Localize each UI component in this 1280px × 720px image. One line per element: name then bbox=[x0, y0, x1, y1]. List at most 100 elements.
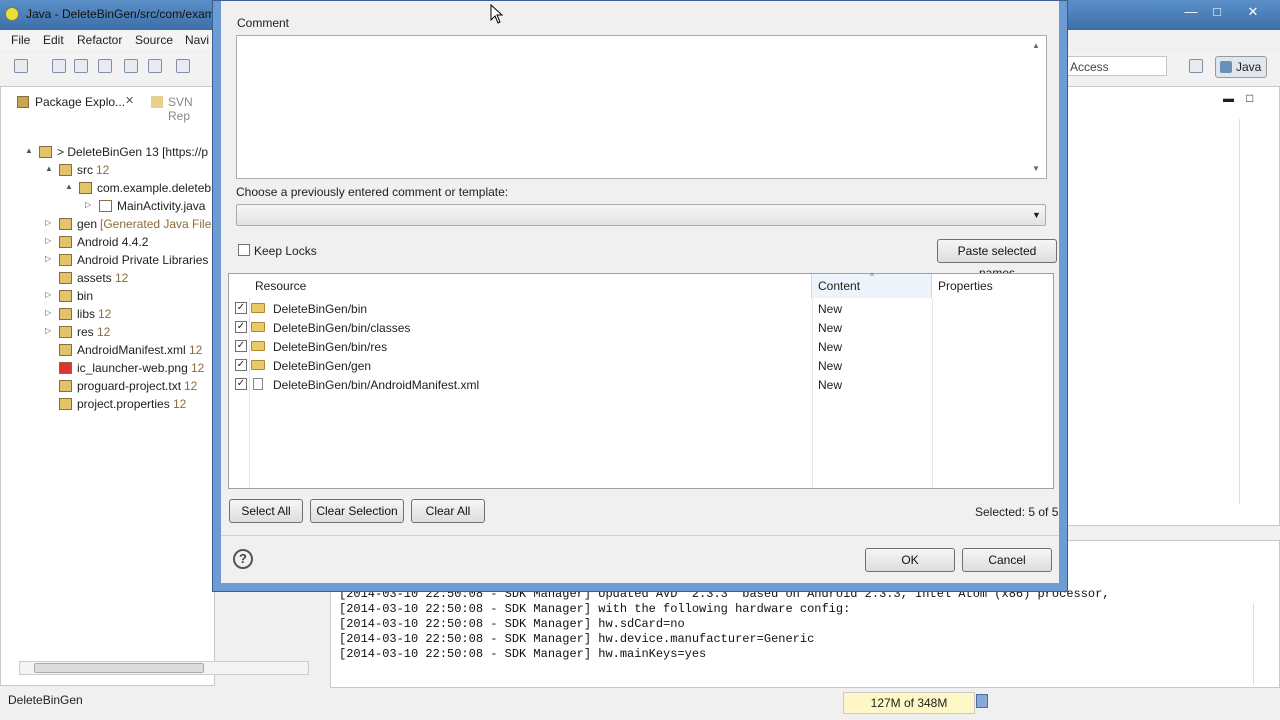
folder-icon bbox=[59, 344, 72, 356]
lint-icon[interactable] bbox=[176, 59, 190, 73]
help-icon[interactable]: ? bbox=[233, 549, 253, 569]
print-icon[interactable] bbox=[98, 59, 112, 73]
tree-item[interactable]: ▷ MainActivity.java bbox=[1, 197, 216, 215]
tree-item[interactable]: ic_launcher-web.png 12 bbox=[1, 359, 216, 377]
console-scrollbar[interactable] bbox=[1253, 603, 1267, 685]
selection-count: Selected: 5 of 5 bbox=[975, 505, 1059, 519]
minimize-icon[interactable]: — bbox=[1178, 3, 1204, 21]
table-row[interactable]: ✓ DeleteBinGen/bin/AndroidManifest.xml New bbox=[229, 375, 1053, 394]
tree-item[interactable]: ▷ Android 4.4.2 bbox=[1, 233, 216, 251]
row-checkbox[interactable]: ✓ bbox=[235, 321, 247, 333]
tree-item[interactable]: AndroidManifest.xml 12 bbox=[1, 341, 216, 359]
menu-edit[interactable]: Edit bbox=[43, 33, 64, 47]
outline-view: ▬ □ bbox=[1067, 86, 1280, 526]
tree-item[interactable]: project.properties 12 bbox=[1, 395, 216, 413]
folder-icon bbox=[59, 362, 72, 374]
select-all-button[interactable]: Select All bbox=[229, 499, 303, 523]
menu-refactor[interactable]: Refactor bbox=[77, 33, 122, 47]
collapse-arrow-icon[interactable]: ▲ bbox=[25, 146, 33, 155]
tree-item[interactable]: assets 12 bbox=[1, 269, 216, 287]
save-all-icon[interactable] bbox=[74, 59, 88, 73]
open-perspective-icon[interactable] bbox=[1189, 59, 1203, 73]
tree-item[interactable]: ▲ com.example.deletebi bbox=[1, 179, 216, 197]
expand-arrow-icon[interactable]: ▷ bbox=[45, 326, 51, 335]
quick-access-input[interactable]: Access bbox=[1067, 56, 1167, 76]
tree-item[interactable]: ▲ src 12 bbox=[1, 161, 216, 179]
tab-svn-repositories[interactable]: SVN Rep bbox=[149, 91, 215, 123]
expand-arrow-icon[interactable]: ▷ bbox=[45, 254, 51, 263]
cancel-button[interactable]: Cancel bbox=[962, 548, 1052, 572]
heap-status[interactable]: 127M of 348M bbox=[843, 692, 975, 714]
expand-arrow-icon[interactable]: ▷ bbox=[85, 200, 91, 209]
new-icon[interactable] bbox=[14, 59, 28, 73]
tree-item[interactable]: ▷ gen [Generated Java Files bbox=[1, 215, 216, 233]
sdk-manager-icon[interactable] bbox=[124, 59, 138, 73]
close-icon[interactable]: ✕ bbox=[1240, 3, 1266, 21]
column-properties[interactable]: Properties bbox=[932, 274, 1053, 298]
chevron-down-icon[interactable]: ▼ bbox=[1032, 210, 1041, 220]
horizontal-scrollbar[interactable] bbox=[19, 661, 309, 675]
comment-textarea[interactable] bbox=[236, 35, 1047, 179]
tree-item[interactable]: ▷ Android Private Libraries bbox=[1, 251, 216, 269]
table-row[interactable]: ✓ DeleteBinGen/bin/res New bbox=[229, 337, 1053, 356]
keep-locks-checkbox[interactable] bbox=[238, 244, 250, 256]
console-toolbar-icons[interactable] bbox=[1071, 547, 1251, 563]
minimize-view-icon[interactable]: ▬ bbox=[1223, 93, 1234, 105]
tree-item[interactable]: ▲ > DeleteBinGen 13 [https://p bbox=[1, 143, 216, 161]
maximize-icon[interactable]: □ bbox=[1204, 3, 1230, 21]
expand-arrow-icon[interactable]: ▷ bbox=[45, 236, 51, 245]
row-checkbox[interactable]: ✓ bbox=[235, 359, 247, 371]
tab-package-explorer-label: Package Explo... bbox=[35, 95, 126, 109]
content-cell: New bbox=[818, 321, 843, 335]
expand-arrow-icon[interactable]: ▷ bbox=[45, 218, 51, 227]
scroll-down-icon[interactable]: ▼ bbox=[1032, 164, 1040, 173]
tree-item[interactable]: ▷ bin bbox=[1, 287, 216, 305]
paste-selected-names-button[interactable]: Paste selected names bbox=[937, 239, 1057, 280]
menu-file[interactable]: File bbox=[11, 33, 30, 47]
tab-svn-label: SVN Rep bbox=[168, 95, 193, 123]
template-select[interactable] bbox=[236, 204, 1046, 226]
row-checkbox[interactable]: ✓ bbox=[235, 340, 247, 352]
expand-arrow-icon[interactable]: ▷ bbox=[45, 290, 51, 299]
clear-selection-button[interactable]: Clear Selection bbox=[310, 499, 404, 523]
tree-item[interactable]: ▷ res 12 bbox=[1, 323, 216, 341]
console-line: [2014-03-10 22:50:08 - SDK Manager] hw.m… bbox=[339, 647, 707, 661]
folder-icon bbox=[251, 322, 265, 332]
menu-bar: File Edit Refactor Source Navi bbox=[0, 30, 215, 50]
row-checkbox[interactable]: ✓ bbox=[235, 378, 247, 390]
maximize-view-icon[interactable]: □ bbox=[1246, 91, 1253, 105]
garbage-collect-icon[interactable] bbox=[976, 694, 988, 708]
menu-source[interactable]: Source bbox=[135, 33, 173, 47]
avd-manager-icon[interactable] bbox=[148, 59, 162, 73]
tree-item-decoration: 12 bbox=[97, 325, 111, 339]
tree-item[interactable]: proguard-project.txt 12 bbox=[1, 377, 216, 395]
collapse-arrow-icon[interactable]: ▲ bbox=[45, 164, 53, 173]
table-row[interactable]: ✓ DeleteBinGen/bin New bbox=[229, 299, 1053, 318]
vertical-scrollbar[interactable] bbox=[1239, 119, 1253, 504]
clear-all-button[interactable]: Clear All bbox=[411, 499, 485, 523]
content-cell: New bbox=[818, 302, 843, 316]
collapse-arrow-icon[interactable]: ▲ bbox=[65, 182, 73, 191]
column-resource[interactable]: Resource bbox=[249, 274, 812, 298]
resource-cell: DeleteBinGen/bin bbox=[273, 302, 368, 316]
java-perspective-label: Java bbox=[1236, 60, 1262, 74]
row-checkbox[interactable]: ✓ bbox=[235, 302, 247, 314]
close-tab-icon[interactable]: ✕ bbox=[125, 94, 134, 107]
right-toolbar: Access Java bbox=[1067, 52, 1280, 80]
file-icon bbox=[253, 378, 263, 390]
content-cell: New bbox=[818, 378, 843, 392]
menu-navigate[interactable]: Navi bbox=[185, 33, 209, 47]
ok-button[interactable]: OK bbox=[865, 548, 955, 572]
scroll-up-icon[interactable]: ▲ bbox=[1032, 41, 1040, 50]
tab-package-explorer[interactable]: Package Explo... ✕ bbox=[11, 91, 141, 113]
scroll-thumb[interactable] bbox=[34, 663, 204, 673]
tree-item[interactable]: ▷ libs 12 bbox=[1, 305, 216, 323]
java-perspective-button[interactable]: Java bbox=[1215, 56, 1267, 78]
content-cell: New bbox=[818, 340, 843, 354]
table-row[interactable]: ✓ DeleteBinGen/gen New bbox=[229, 356, 1053, 375]
save-icon[interactable] bbox=[52, 59, 66, 73]
folder-icon bbox=[251, 303, 265, 313]
expand-arrow-icon[interactable]: ▷ bbox=[45, 308, 51, 317]
folder-icon bbox=[59, 326, 72, 338]
table-row[interactable]: ✓ DeleteBinGen/bin/classes New bbox=[229, 318, 1053, 337]
